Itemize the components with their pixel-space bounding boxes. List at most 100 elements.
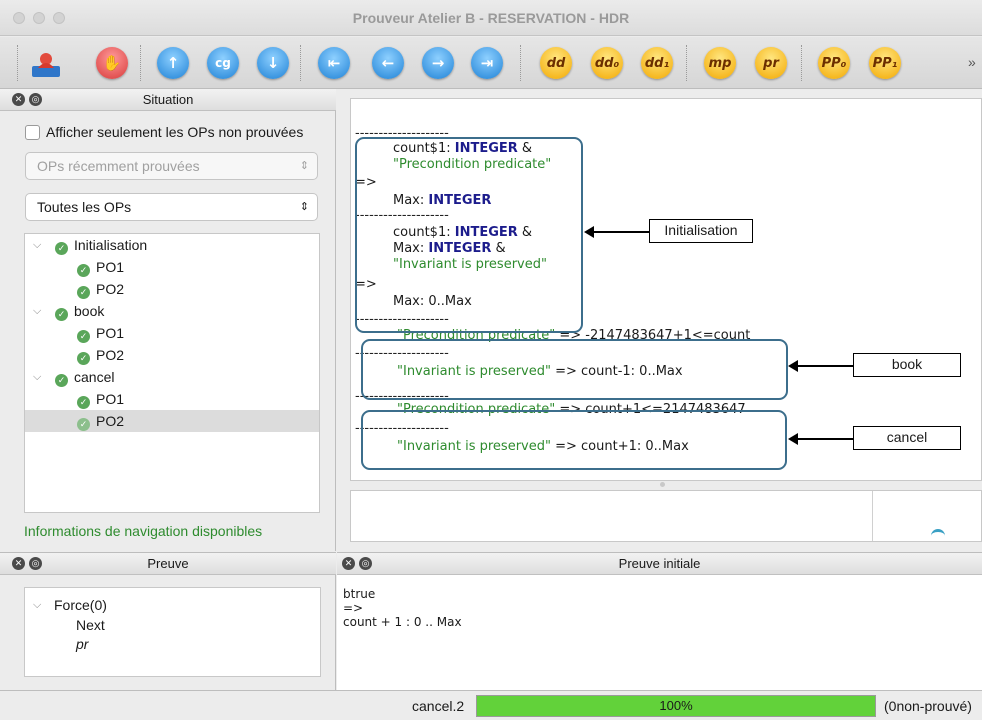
- splitter-handle[interactable]: [660, 482, 665, 487]
- tree-item-book[interactable]: ⌵ ✓ book: [25, 300, 319, 322]
- tree-item-initialisation[interactable]: ⌵ ✓ Initialisation: [25, 234, 319, 256]
- cancel-label: cancel: [853, 426, 961, 450]
- tree-item-label: PO2: [96, 413, 125, 429]
- proved-check-icon: ✓: [77, 264, 90, 277]
- unproved-only-checkbox[interactable]: [25, 125, 40, 140]
- forward-last-icon[interactable]: ⇥: [471, 47, 503, 79]
- dd-button[interactable]: dd: [540, 47, 572, 79]
- situation-panel: Situation ✕ ◎ Afficher seulement les OPs…: [0, 89, 336, 551]
- float-panel-icon[interactable]: ◎: [29, 557, 42, 570]
- book-label: book: [853, 353, 961, 377]
- ops-filter-select[interactable]: Toutes les OPs ⇕: [25, 193, 318, 221]
- proof-root[interactable]: Force(0): [54, 597, 107, 613]
- tree-item-cancel[interactable]: ⌵ ✓ cancel: [25, 366, 319, 388]
- float-panel-icon[interactable]: ◎: [29, 93, 42, 106]
- close-panel-icon[interactable]: ✕: [342, 557, 355, 570]
- progress-bar: 100%: [476, 695, 876, 717]
- proved-check-icon: ✓: [77, 330, 90, 343]
- initial-proof-text: btrue => count + 1 : 0 .. Max: [343, 587, 462, 629]
- stop-icon[interactable]: ✋: [96, 47, 128, 79]
- window-title: Prouveur Atelier B - RESERVATION - HDR: [352, 10, 630, 26]
- proof-panel-title: Preuve: [0, 553, 336, 575]
- disclosure-icon[interactable]: ⌵: [33, 599, 41, 612]
- tree-item-po[interactable]: ✓ PO2: [25, 344, 319, 366]
- proved-check-icon: ✓: [77, 286, 90, 299]
- status-bar: cancel.2 100% (0non-prouvé): [0, 690, 982, 720]
- toolbar-separator: [140, 45, 141, 81]
- back-first-icon[interactable]: ⇤: [318, 47, 350, 79]
- toolbar: ✋ ↑ cg ↓ ⇤ ← → ⇥ dd dd₀ dd₁ mp pr PP₀ PP…: [0, 37, 982, 89]
- pp1-button[interactable]: PP₁: [869, 47, 901, 79]
- forward-icon[interactable]: →: [422, 47, 454, 79]
- tree-item-po-selected[interactable]: ✓ PO2: [25, 410, 319, 432]
- tree-item-label: PO1: [96, 325, 125, 341]
- tree-item-label: PO1: [96, 259, 125, 275]
- unproved-count: (0non-prouvé): [884, 698, 972, 714]
- tree-item-label: PO2: [96, 281, 125, 297]
- recent-ops-select[interactable]: OPs récemment prouvées ⇕: [25, 152, 318, 180]
- down-icon[interactable]: ↓: [257, 47, 289, 79]
- proved-check-icon: ✓: [55, 374, 68, 387]
- command-input[interactable]: [350, 490, 982, 542]
- situation-panel-title: Situation: [0, 89, 336, 111]
- disclosure-icon[interactable]: ⌵: [33, 300, 41, 322]
- close-panel-icon[interactable]: ✕: [12, 93, 25, 106]
- proved-check-icon: ✓: [77, 396, 90, 409]
- dd1-button[interactable]: dd₁: [641, 47, 673, 79]
- window-titlebar: Prouveur Atelier B - RESERVATION - HDR: [0, 0, 982, 36]
- spinner-icon: [931, 529, 945, 539]
- proof-tree[interactable]: ⌵ Force(0) Next pr: [24, 587, 321, 677]
- navigation-info: Informations de navigation disponibles: [24, 523, 263, 539]
- initial-proof-line: btrue: [343, 587, 376, 601]
- dd0-button[interactable]: dd₀: [591, 47, 623, 79]
- tree-item-po[interactable]: ✓ PO1: [25, 322, 319, 344]
- proof-step[interactable]: pr: [76, 636, 88, 652]
- float-panel-icon[interactable]: ◎: [359, 557, 372, 570]
- arrow-icon: [788, 433, 853, 445]
- tree-item-po[interactable]: ✓ PO1: [25, 388, 319, 410]
- initial-proof-line: =>: [343, 601, 364, 615]
- chevron-updown-icon: ⇕: [299, 160, 309, 172]
- tree-item-label: Initialisation: [74, 237, 148, 253]
- disclosure-icon[interactable]: ⌵: [33, 234, 41, 256]
- tree-item-po[interactable]: ✓ PO2: [25, 278, 319, 300]
- initial-proof-panel: Preuve initiale ✕ ◎ btrue => count + 1 :…: [337, 552, 982, 690]
- initialisation-highlight-box: [355, 137, 583, 333]
- pr-button[interactable]: pr: [755, 47, 787, 79]
- toolbar-separator: [801, 45, 802, 81]
- cg-button[interactable]: cg: [207, 47, 239, 79]
- proved-check-icon: ✓: [77, 352, 90, 365]
- goal-view: -------------------- count$1: INTEGER & …: [350, 98, 982, 481]
- proof-step[interactable]: Next: [76, 617, 105, 633]
- initial-proof-line: count + 1 : 0 .. Max: [343, 615, 462, 629]
- pp0-button[interactable]: PP₀: [818, 47, 850, 79]
- arrow-icon: [788, 360, 853, 372]
- unproved-only-label: Afficher seulement les OPs non prouvées: [46, 124, 304, 140]
- current-po-label: cancel.2: [412, 698, 465, 714]
- toolbar-separator: [17, 45, 18, 81]
- recent-ops-select-value: OPs récemment prouvées: [37, 158, 200, 174]
- toolbar-overflow-button[interactable]: »: [968, 54, 976, 70]
- close-panel-icon[interactable]: ✕: [12, 557, 25, 570]
- tree-item-label: cancel: [74, 369, 115, 385]
- ops-filter-select-value: Toutes les OPs: [37, 199, 132, 215]
- toolbar-separator: [686, 45, 687, 81]
- cancel-highlight-box: [361, 410, 787, 470]
- progress-label: 100%: [659, 698, 693, 713]
- up-icon[interactable]: ↑: [157, 47, 189, 79]
- goal-panel: -------------------- count$1: INTEGER & …: [337, 89, 982, 551]
- disclosure-icon[interactable]: ⌵: [33, 366, 41, 388]
- mp-button[interactable]: mp: [704, 47, 736, 79]
- back-icon[interactable]: ←: [372, 47, 404, 79]
- user-icon[interactable]: [29, 46, 63, 80]
- proof-panel: Preuve ✕ ◎ ⌵ Force(0) Next pr: [0, 552, 336, 690]
- tree-item-po[interactable]: ✓ PO1: [25, 256, 319, 278]
- book-highlight-box: [361, 339, 788, 400]
- toolbar-separator: [520, 45, 521, 81]
- arrow-icon: [584, 226, 649, 238]
- proved-check-icon: ✓: [55, 308, 68, 321]
- tree-item-label: book: [74, 303, 105, 319]
- po-tree[interactable]: ⌵ ✓ Initialisation ✓ PO1 ✓ PO2 ⌵ ✓ book ✓ PO1 ✓…: [24, 233, 320, 513]
- tree-item-label: PO2: [96, 347, 125, 363]
- initialisation-label: Initialisation: [649, 219, 753, 243]
